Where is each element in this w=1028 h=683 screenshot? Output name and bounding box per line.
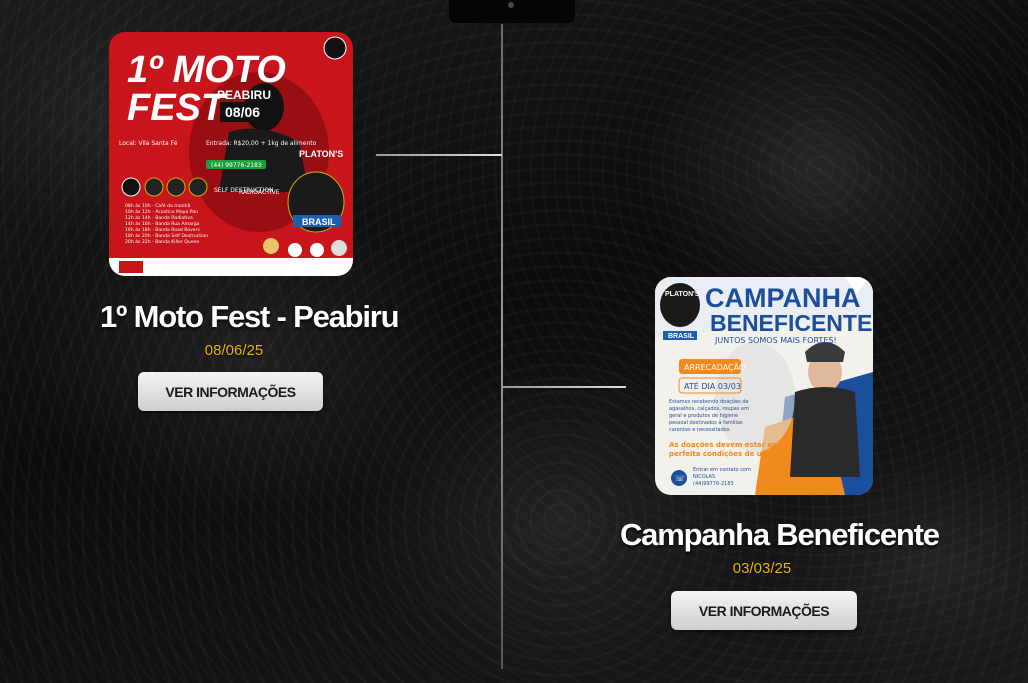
schedule-line: 20h às 22h - Banda Killer Queen (125, 238, 199, 245)
poster2-subheading: BENEFICENTE (710, 310, 872, 336)
view-info-button[interactable]: VER INFORMAÇÕES (671, 591, 857, 630)
poster2-badge-sub: BRASIL (668, 333, 695, 340)
phone-icon: ☏ (675, 474, 685, 483)
top-dot (508, 2, 514, 8)
poster1-date-tag: 08/06 (225, 104, 260, 120)
poster2-notice-line: As doações devem estar em (669, 441, 780, 449)
poster1-line2: FEST (127, 87, 227, 129)
poster2-contact-line: Entrar em contato com (693, 467, 751, 473)
poster1-badge-sub: BRASIL (302, 217, 336, 227)
timeline-connector-1 (376, 154, 502, 156)
schedule-line: 10h às 12h - Acústico Maya Pan (125, 208, 198, 215)
poster1-info-right: Entrada: R$20,00 + 1kg de alimento (206, 140, 317, 147)
event-date: 03/03/25 (732, 560, 792, 577)
poster1-badge: PLATON'S (299, 149, 343, 159)
poster2-body-line: Estamos recebendo doações de (669, 399, 749, 405)
poster1-info-left: Local: Vila Santa Fé (119, 140, 178, 147)
poster1-location-tag: PEABIRU (217, 88, 271, 102)
schedule-line: 16h às 18h - Banda Road Rovers (125, 226, 201, 233)
event-poster-campanha[interactable]: PLATON'S BRASIL CAMPANHA BENEFICENTE JUN… (655, 277, 873, 495)
schedule-line: 14h às 16h - Banda Rua Amarga (125, 220, 200, 227)
schedule-line: 08h às 10h - Café da manhã (125, 202, 190, 209)
poster2-contact-line: (44)99776-2183 (693, 481, 734, 487)
poster1-phone: (44) 99776-2183 (211, 162, 262, 169)
event-title: Campanha Beneficente (620, 517, 940, 552)
poster2-notice-line: perfeita condições de uso ! (669, 450, 776, 458)
poster2-body-line: geral e produtos de higiene (669, 413, 738, 419)
poster2-tag1: ARRECADAÇÃO (684, 362, 745, 372)
view-info-button[interactable]: VER INFORMAÇÕES (138, 372, 323, 411)
schedule-line: 18h às 20h - Banda Self Destruction (125, 232, 208, 239)
poster2-body-line: agasalhos, calçados, roupas em (669, 406, 749, 412)
timeline-connector-2 (502, 386, 626, 388)
timeline-line (501, 24, 503, 669)
poster2-body-line: pessoal destinados a famílias (669, 419, 743, 426)
event-poster-moto-fest[interactable]: 1º MOTO FEST PEABIRU 08/06 Local: Vila S… (109, 32, 353, 276)
poster2-tag2: ATÉ DIA 03/03 (684, 380, 741, 391)
poster2-body-line: carentes e necessitados. (669, 427, 731, 433)
poster2-contact-line: NICOLAS (693, 474, 715, 480)
event-date: 08/06/25 (204, 342, 264, 359)
schedule-line: 12h às 14h - Banda Radiativa (125, 214, 193, 221)
event-title: 1º Moto Fest - Peabiru (100, 299, 400, 334)
poster2-badge: PLATON'S (665, 291, 700, 298)
poster2-tagline: JUNTOS SOMOS MAIS FORTES! (714, 336, 837, 345)
poster1-line1: 1º MOTO (127, 49, 286, 91)
poster2-heading: CAMPANHA (705, 283, 861, 313)
poster1-sponsor-b: RADIOACTIVE (239, 189, 280, 196)
top-handle (449, 0, 575, 23)
